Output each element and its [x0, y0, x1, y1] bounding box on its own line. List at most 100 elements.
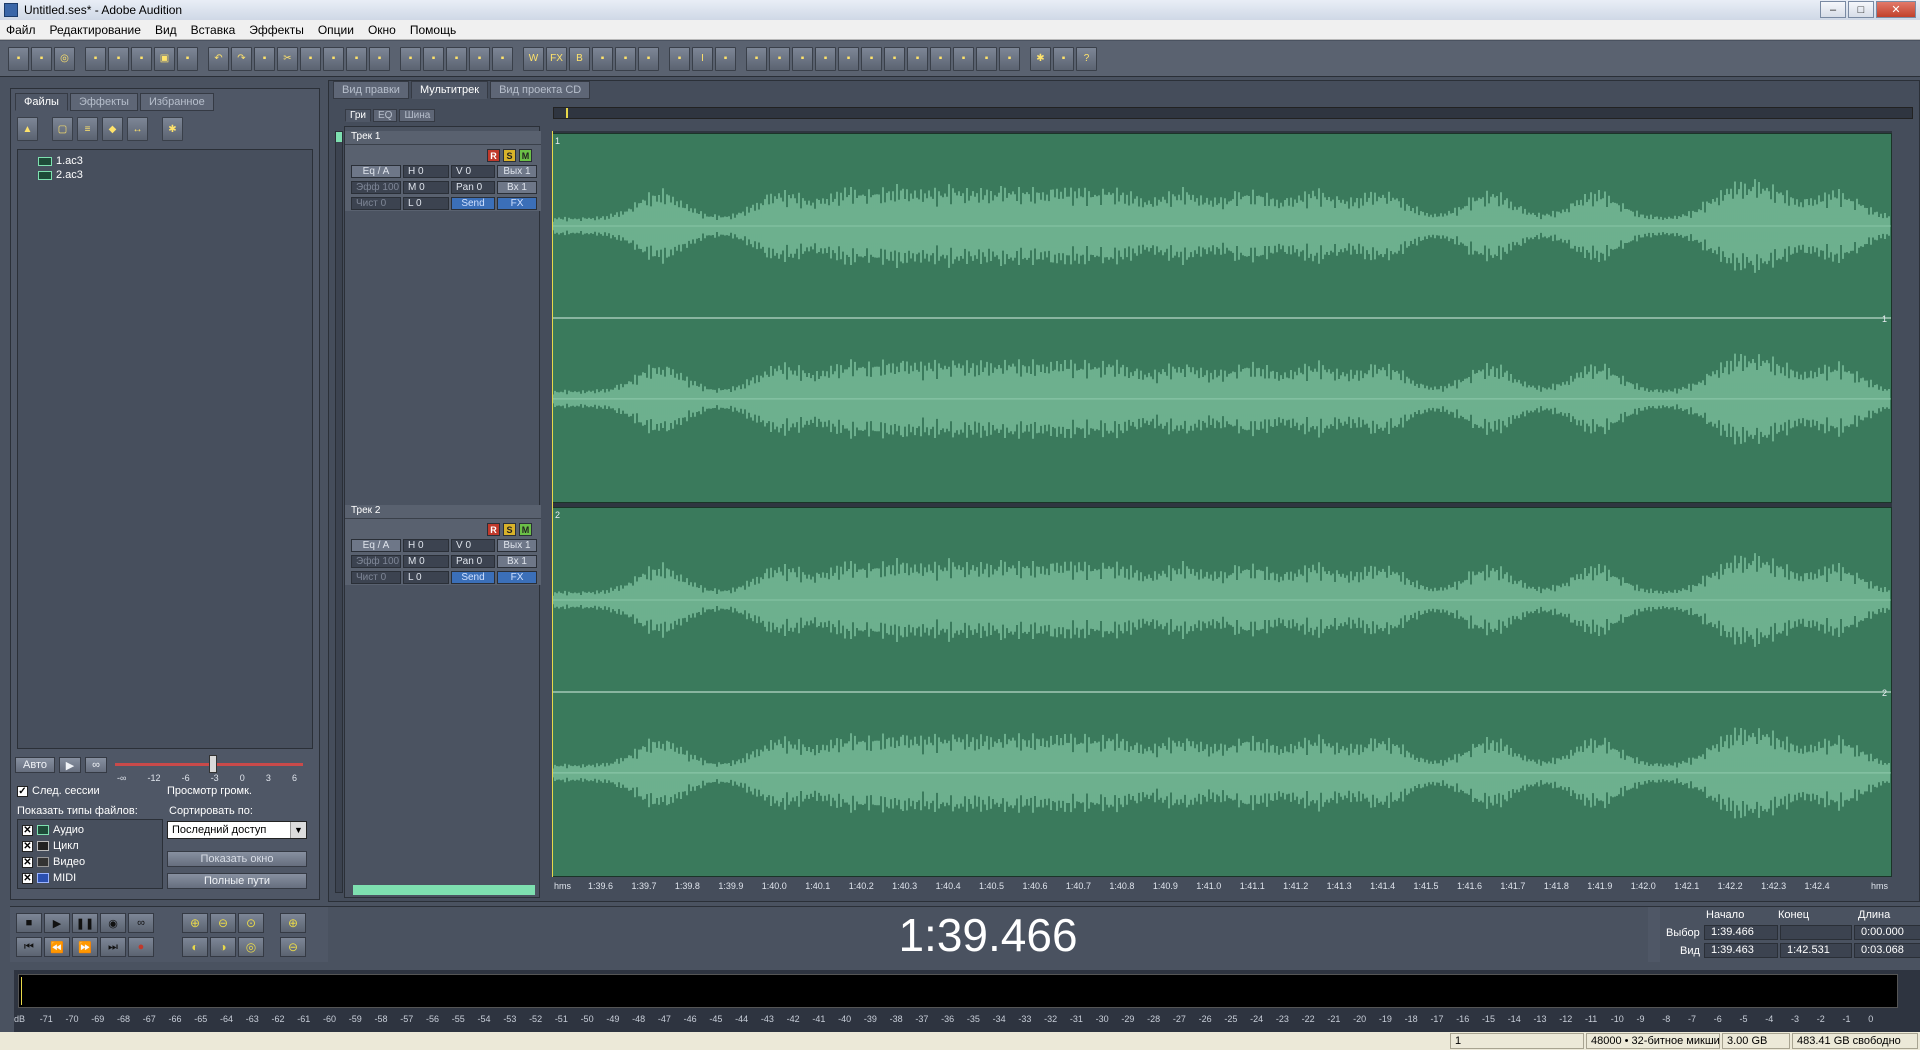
options-icon[interactable]: ✱: [162, 117, 183, 141]
view-end-field[interactable]: 1:42.531: [1780, 943, 1852, 958]
next-session-checkbox[interactable]: ✓: [17, 785, 28, 797]
solo-button[interactable]: S: [503, 149, 516, 162]
close-button[interactable]: ✕: [1876, 1, 1916, 18]
snap-icon[interactable]: ▪: [615, 46, 636, 71]
volume-field[interactable]: V 0: [451, 539, 495, 552]
output-button[interactable]: Вых 1: [497, 539, 537, 552]
play-preview-button[interactable]: ▶: [59, 757, 81, 773]
h-field[interactable]: H 0: [403, 539, 449, 552]
list-item[interactable]: 2.ac3: [18, 168, 312, 182]
fast-forward-button[interactable]: ⏩: [72, 937, 98, 957]
play-button[interactable]: ▶: [44, 913, 70, 933]
pan-field[interactable]: Pan 0: [451, 181, 495, 194]
trim-icon[interactable]: ▪: [346, 46, 367, 71]
zoom-full-icon[interactable]: ⊙: [238, 913, 264, 933]
fx-button[interactable]: FX: [497, 197, 537, 210]
move-icon[interactable]: ▪: [715, 46, 736, 71]
frequency-icon[interactable]: ▪: [446, 46, 467, 71]
output-button[interactable]: Вых 1: [497, 165, 537, 178]
spectral-icon[interactable]: ▪: [400, 46, 421, 71]
list-item[interactable]: 1.ac3: [18, 154, 312, 168]
audio-clip-track-2[interactable]: 2 2: [552, 507, 1892, 877]
clean-field[interactable]: Чист 0: [351, 197, 401, 210]
edit-file-icon[interactable]: ◆: [102, 117, 123, 141]
send-button[interactable]: Send: [451, 571, 495, 584]
m-field[interactable]: M 0: [403, 181, 449, 194]
tab-cd-project[interactable]: Вид проекта CD: [490, 81, 591, 99]
auto-play-button[interactable]: Авто: [15, 757, 55, 773]
view11-icon[interactable]: ▪: [976, 46, 997, 71]
view4-icon[interactable]: ▪: [815, 46, 836, 71]
copy-icon[interactable]: ▪: [254, 46, 275, 71]
filter-audio[interactable]: ✕ Аудио: [22, 822, 158, 838]
overview-bar[interactable]: [553, 107, 1913, 119]
cd-icon[interactable]: ◎: [54, 46, 75, 71]
view10-icon[interactable]: ▪: [953, 46, 974, 71]
stop-button[interactable]: ■: [16, 913, 42, 933]
record-arm-button[interactable]: R: [487, 149, 500, 162]
menu-edit[interactable]: Редактирование: [50, 23, 141, 37]
vertical-scrollbar[interactable]: [335, 131, 343, 893]
eq-button[interactable]: Eq / A: [351, 539, 401, 552]
pan-field[interactable]: Pan 0: [451, 555, 495, 568]
tab-files[interactable]: Файлы: [15, 93, 68, 111]
open-append-icon[interactable]: ▪: [131, 46, 152, 71]
new-file-icon[interactable]: ▪: [85, 46, 106, 71]
menu-options[interactable]: Опции: [318, 23, 354, 37]
close-file-icon[interactable]: ▢: [52, 117, 73, 141]
tab-eq[interactable]: EQ: [373, 109, 398, 122]
tab-favorites[interactable]: Избранное: [139, 93, 214, 111]
zoom-in-horizontal-icon[interactable]: ⊕: [182, 913, 208, 933]
help-icon[interactable]: ?: [1076, 46, 1097, 71]
solo-button[interactable]: S: [503, 523, 516, 536]
zoom-out-vertical-icon[interactable]: ⊖: [280, 937, 306, 957]
loop-icon[interactable]: ▪: [638, 46, 659, 71]
cut-icon[interactable]: ✂: [277, 46, 298, 71]
view2-icon[interactable]: ▪: [769, 46, 790, 71]
marker-icon[interactable]: ▪: [592, 46, 613, 71]
go-to-end-button[interactable]: ⏭: [100, 937, 126, 957]
tab-multitrack[interactable]: Мультитрек: [410, 81, 489, 99]
view7-icon[interactable]: ▪: [884, 46, 905, 71]
view1-icon[interactable]: ▪: [746, 46, 767, 71]
menu-window[interactable]: Окно: [368, 23, 396, 37]
volume-field[interactable]: V 0: [451, 165, 495, 178]
tab-volume[interactable]: Гри: [345, 109, 372, 122]
h-field[interactable]: H 0: [403, 165, 449, 178]
eq-button[interactable]: Eq / A: [351, 165, 401, 178]
mix-paste-icon[interactable]: ▪: [323, 46, 344, 71]
maximize-button[interactable]: □: [1848, 1, 1874, 18]
playhead[interactable]: [552, 131, 553, 877]
redo-icon[interactable]: ↷: [231, 46, 252, 71]
pause-button[interactable]: ❚❚: [72, 913, 98, 933]
track-name[interactable]: Трек 1: [345, 131, 541, 145]
spectrum-icon[interactable]: ▪: [423, 46, 444, 71]
rewind-button[interactable]: ⏪: [44, 937, 70, 957]
loop-button[interactable]: ∞: [128, 913, 154, 933]
track-name[interactable]: Трек 2: [345, 505, 541, 519]
slider-thumb[interactable]: [209, 755, 217, 773]
zoom-in-vertical-icon[interactable]: ⊕: [280, 913, 306, 933]
tab-effects[interactable]: Эффекты: [69, 93, 138, 111]
view6-icon[interactable]: ▪: [861, 46, 882, 71]
l-field[interactable]: L 0: [403, 197, 449, 210]
silence-icon[interactable]: ▪: [369, 46, 390, 71]
l-field[interactable]: L 0: [403, 571, 449, 584]
loop-preview-button[interactable]: ∞: [85, 757, 107, 773]
bpm-icon[interactable]: B: [569, 46, 590, 71]
tab-edit-view[interactable]: Вид правки: [333, 81, 409, 99]
view-start-field[interactable]: 1:39.463: [1704, 943, 1778, 958]
menu-view[interactable]: Вид: [155, 23, 177, 37]
minimize-button[interactable]: –: [1820, 1, 1846, 18]
mute-button[interactable]: M: [519, 523, 532, 536]
full-paths-button[interactable]: Полные пути: [167, 873, 307, 889]
view8-icon[interactable]: ▪: [907, 46, 928, 71]
input-button[interactable]: Вх 1: [497, 181, 537, 194]
insert-file-icon[interactable]: ≡: [77, 117, 98, 141]
view12-icon[interactable]: ▪: [999, 46, 1020, 71]
paste-icon[interactable]: ▪: [300, 46, 321, 71]
m-field[interactable]: M 0: [403, 555, 449, 568]
filter-loop[interactable]: ✕ Цикл: [22, 838, 158, 854]
save-as-icon[interactable]: ▪: [177, 46, 198, 71]
view3-icon[interactable]: ▪: [792, 46, 813, 71]
